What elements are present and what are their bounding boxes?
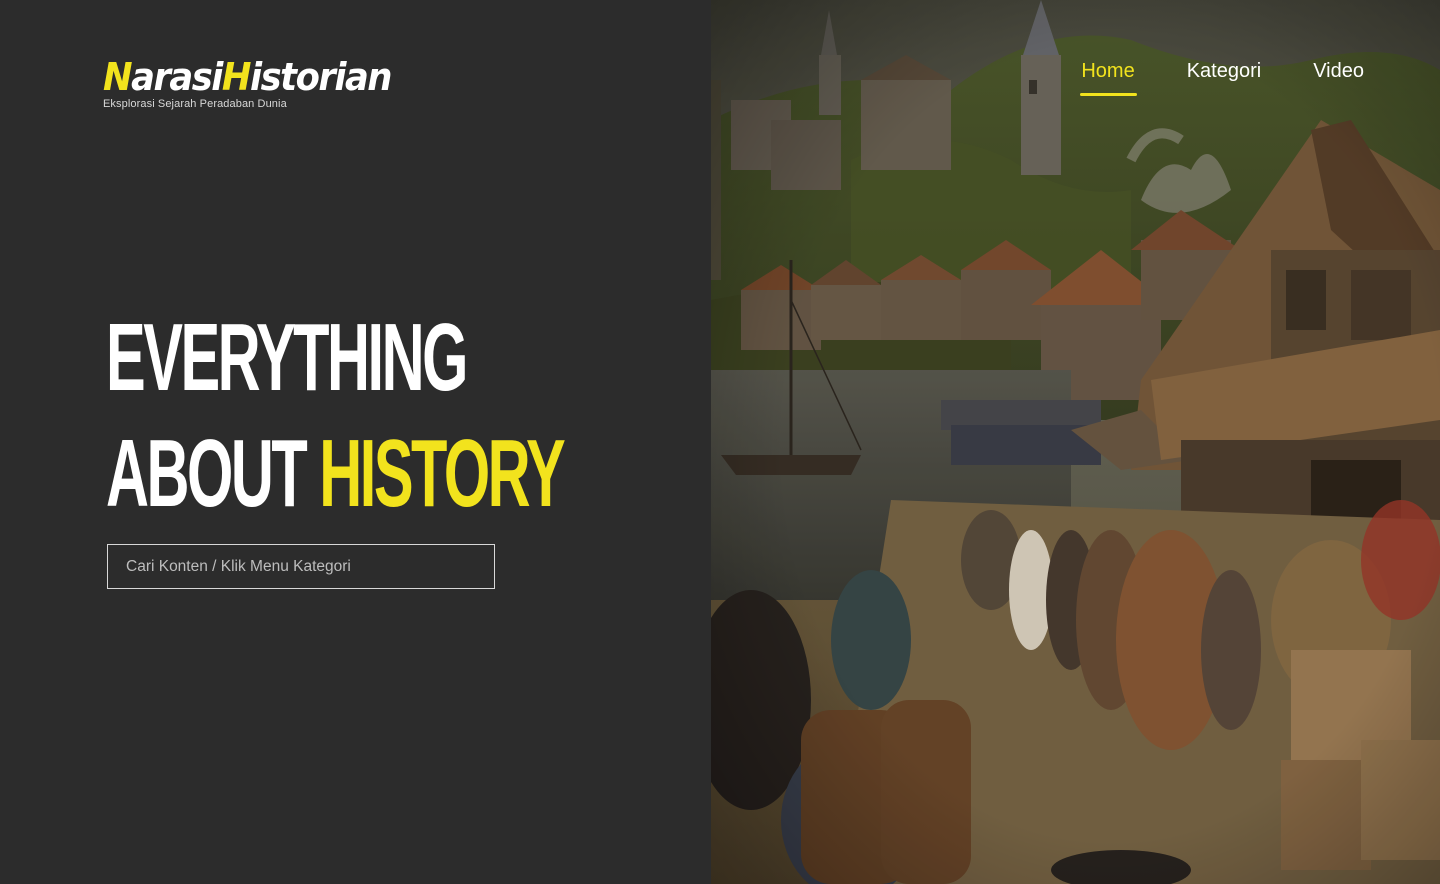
left-panel: NarasiHistorian Eksplorasi Sejarah Perad… xyxy=(0,0,711,884)
hero-word-everything: EVERYTHING xyxy=(106,304,468,411)
nav-kategori[interactable]: Kategori xyxy=(1187,60,1262,95)
logo-word-narasi: arasi xyxy=(131,55,223,99)
hero-word-about: ABOUT xyxy=(106,420,308,527)
hero-line-1: EVERYTHING xyxy=(106,300,563,416)
hero-word-history: HISTORY xyxy=(319,420,565,527)
nav-home[interactable]: Home xyxy=(1080,60,1138,96)
logo-letter-n: N xyxy=(103,55,133,99)
search-input[interactable] xyxy=(108,545,494,588)
page: NarasiHistorian Eksplorasi Sejarah Perad… xyxy=(0,0,1440,884)
village-harbor-painting xyxy=(711,0,1440,884)
search-box[interactable] xyxy=(107,544,495,589)
logo-letter-h: H xyxy=(221,55,252,99)
hero-line-2: ABOUT HISTORY xyxy=(106,416,566,532)
hero-image-painting xyxy=(711,0,1440,884)
site-logo[interactable]: NarasiHistorian Eksplorasi Sejarah Perad… xyxy=(103,56,413,110)
logo-wordmark: NarasiHistorian xyxy=(103,55,392,99)
main-nav: Home Kategori Video xyxy=(1029,60,1364,96)
logo-tagline: Eksplorasi Sejarah Peradaban Dunia xyxy=(103,98,287,110)
logo-word-historian: istorian xyxy=(250,55,392,99)
nav-video[interactable]: Video xyxy=(1313,60,1364,95)
